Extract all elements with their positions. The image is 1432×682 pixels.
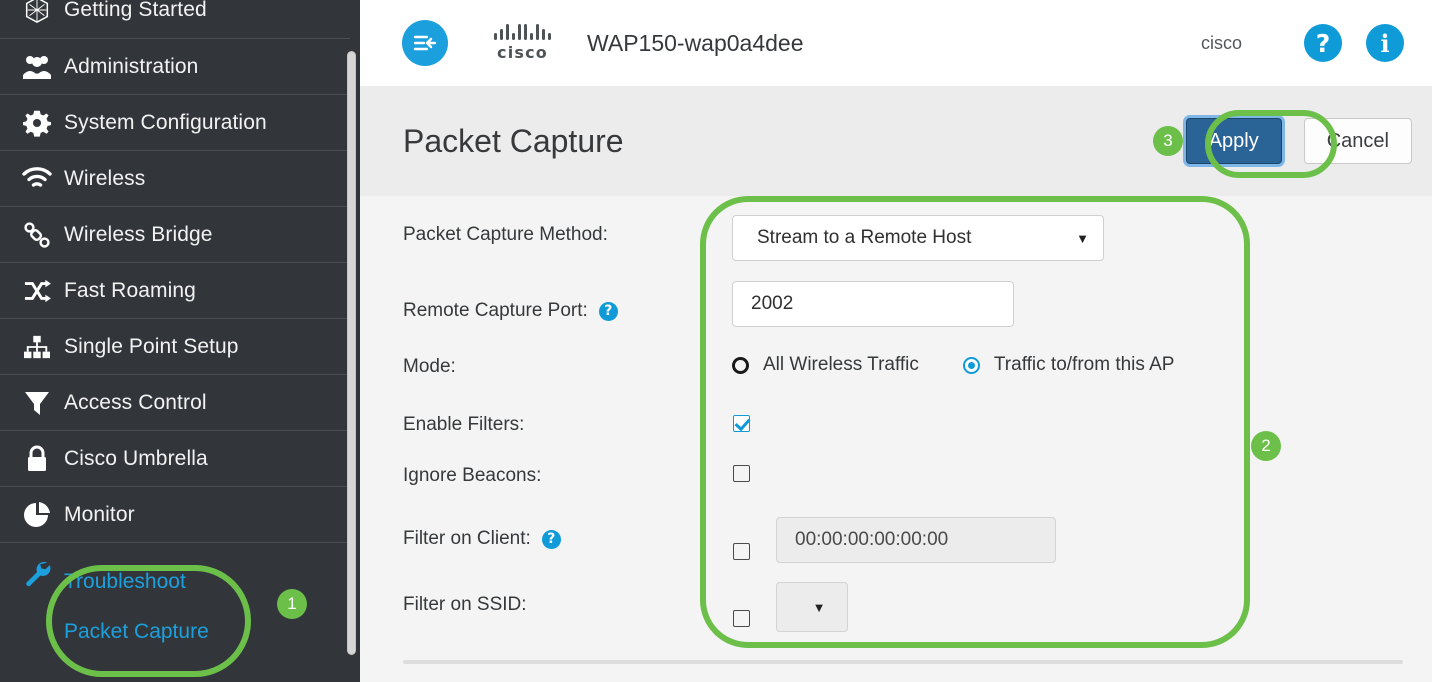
- lock-icon: [10, 445, 64, 473]
- cisco-logo-text: cisco: [497, 43, 548, 62]
- radio-unselected-icon[interactable]: [732, 356, 749, 374]
- sidebar-item-label: Monitor: [64, 502, 135, 526]
- sidebar-group-links: Troubleshoot Packet Capture: [64, 543, 209, 657]
- sidebar-group-troubleshoot: Troubleshoot Packet Capture: [0, 542, 350, 662]
- sidebar-nav: Getting Started Administration System Co…: [0, 0, 350, 662]
- filter-on-client-label: Filter on Client: ?: [403, 528, 561, 550]
- chevron-down-icon: ▼: [812, 599, 826, 615]
- sidebar-item-label: Cisco Umbrella: [64, 446, 208, 470]
- sidebar-item-label: Administration: [64, 54, 199, 78]
- filter-on-client-controls: 00:00:00:00:00:00: [733, 517, 1056, 574]
- filter-on-client-checkbox[interactable]: [733, 542, 750, 560]
- packet-capture-method-select[interactable]: Stream to a Remote Host ▼: [732, 215, 1104, 261]
- sidebar-item-wireless[interactable]: Wireless: [0, 150, 350, 206]
- radio-selected-icon[interactable]: [962, 356, 980, 374]
- packet-capture-method-value: Stream to a Remote Host: [757, 227, 972, 248]
- sidebar-item-label: Wireless Bridge: [64, 222, 213, 246]
- wifi-icon: [10, 166, 64, 191]
- remote-capture-port-value: 2002: [751, 293, 794, 314]
- filter-on-ssid-controls: ▼: [733, 582, 848, 643]
- sidebar-item-troubleshoot[interactable]: Troubleshoot: [64, 557, 209, 607]
- device-name: WAP150-wap0a4dee: [587, 29, 804, 56]
- mode-radio-all-wireless[interactable]: All Wireless Traffic: [732, 354, 919, 376]
- pie-chart-icon: [10, 501, 64, 529]
- help-icon[interactable]: ?: [598, 301, 618, 321]
- packet-capture-method-label: Packet Capture Method:: [403, 224, 608, 245]
- mode-radio-group: All Wireless Traffic Traffic to/from thi…: [732, 354, 1174, 376]
- getting-started-icon: [10, 0, 64, 25]
- wrench-icon: [10, 543, 64, 603]
- sidebar-item-monitor[interactable]: Monitor: [0, 486, 350, 542]
- cisco-logo-bars: [494, 24, 551, 40]
- remote-capture-port-label: Remote Capture Port: ?: [403, 300, 618, 322]
- sidebar: Getting Started Administration System Co…: [0, 0, 360, 682]
- shuffle-icon: [10, 278, 64, 304]
- filter-on-client-mac-input[interactable]: 00:00:00:00:00:00: [776, 517, 1056, 563]
- filter-on-client-mac-value: 00:00:00:00:00:00: [795, 529, 949, 550]
- sidebar-item-getting-started[interactable]: Getting Started: [0, 0, 350, 38]
- app-header: cisco WAP150-wap0a4dee cisco ? i: [360, 0, 1432, 86]
- sidebar-item-wireless-bridge[interactable]: Wireless Bridge: [0, 206, 350, 262]
- header-actions: cisco ? i: [1201, 24, 1432, 62]
- filter-icon: [10, 389, 64, 417]
- sidebar-item-packet-capture[interactable]: Packet Capture: [64, 607, 209, 657]
- mode-radio-all-wireless-label: All Wireless Traffic: [763, 354, 919, 375]
- hierarchy-icon: [10, 334, 64, 360]
- enable-filters-label: Enable Filters:: [403, 414, 525, 435]
- main-content: cisco WAP150-wap0a4dee cisco ? i Packet …: [360, 0, 1432, 682]
- sidebar-item-single-point-setup[interactable]: Single Point Setup: [0, 318, 350, 374]
- current-user-label: cisco: [1200, 32, 1242, 53]
- link-icon: [10, 220, 64, 250]
- sidebar-item-label: Wireless: [64, 166, 146, 190]
- ignore-beacons-checkbox[interactable]: [733, 465, 750, 482]
- filter-on-ssid-checkbox[interactable]: [733, 609, 750, 627]
- hamburger-collapse-icon[interactable]: [402, 20, 448, 66]
- help-icon[interactable]: ?: [541, 529, 561, 549]
- sidebar-item-cisco-umbrella[interactable]: Cisco Umbrella: [0, 430, 350, 486]
- mode-radio-this-ap-label: Traffic to/from this AP: [993, 354, 1175, 375]
- gear-icon: [10, 109, 64, 137]
- apply-button[interactable]: Apply: [1185, 118, 1282, 164]
- page-title-bar: Packet Capture Apply Cancel: [360, 86, 1432, 196]
- form-divider: [403, 660, 1403, 664]
- enable-filters-checkbox-wrap[interactable]: [733, 415, 750, 432]
- sidebar-item-label: Single Point Setup: [64, 334, 239, 358]
- chevron-down-icon: ▼: [1076, 230, 1089, 246]
- users-icon: [10, 53, 64, 81]
- sidebar-item-system-configuration[interactable]: System Configuration: [0, 94, 350, 150]
- sidebar-item-label: System Configuration: [64, 110, 267, 134]
- sidebar-item-label: Fast Roaming: [64, 278, 196, 302]
- page-title: Packet Capture: [403, 122, 624, 159]
- mode-label: Mode:: [403, 356, 456, 377]
- question-mark-icon[interactable]: ?: [1304, 24, 1342, 62]
- cisco-logo: cisco: [494, 24, 551, 62]
- filter-on-ssid-label: Filter on SSID:: [403, 594, 527, 615]
- ignore-beacons-label: Ignore Beacons:: [403, 465, 542, 486]
- sidebar-item-access-control[interactable]: Access Control: [0, 374, 350, 430]
- mode-radio-this-ap[interactable]: Traffic to/from this AP: [962, 354, 1175, 376]
- info-icon[interactable]: i: [1366, 24, 1404, 62]
- page-actions: Apply Cancel: [1185, 118, 1432, 164]
- cancel-button[interactable]: Cancel: [1303, 118, 1412, 164]
- sidebar-item-label: Access Control: [64, 390, 207, 414]
- app-root: Getting Started Administration System Co…: [0, 0, 1432, 682]
- enable-filters-checkbox[interactable]: [733, 415, 750, 432]
- filter-on-ssid-select[interactable]: ▼: [776, 582, 848, 632]
- remote-capture-port-input[interactable]: 2002: [732, 281, 1014, 327]
- sidebar-item-label: Getting Started: [64, 0, 207, 21]
- packet-capture-form: Packet Capture Method: Stream to a Remot…: [360, 196, 1432, 682]
- sidebar-item-administration[interactable]: Administration: [0, 38, 350, 94]
- ignore-beacons-checkbox-wrap[interactable]: [733, 465, 750, 482]
- sidebar-scrollbar-track[interactable]: [347, 0, 358, 682]
- sidebar-item-fast-roaming[interactable]: Fast Roaming: [0, 262, 350, 318]
- sidebar-scrollbar-thumb[interactable]: [347, 51, 356, 655]
